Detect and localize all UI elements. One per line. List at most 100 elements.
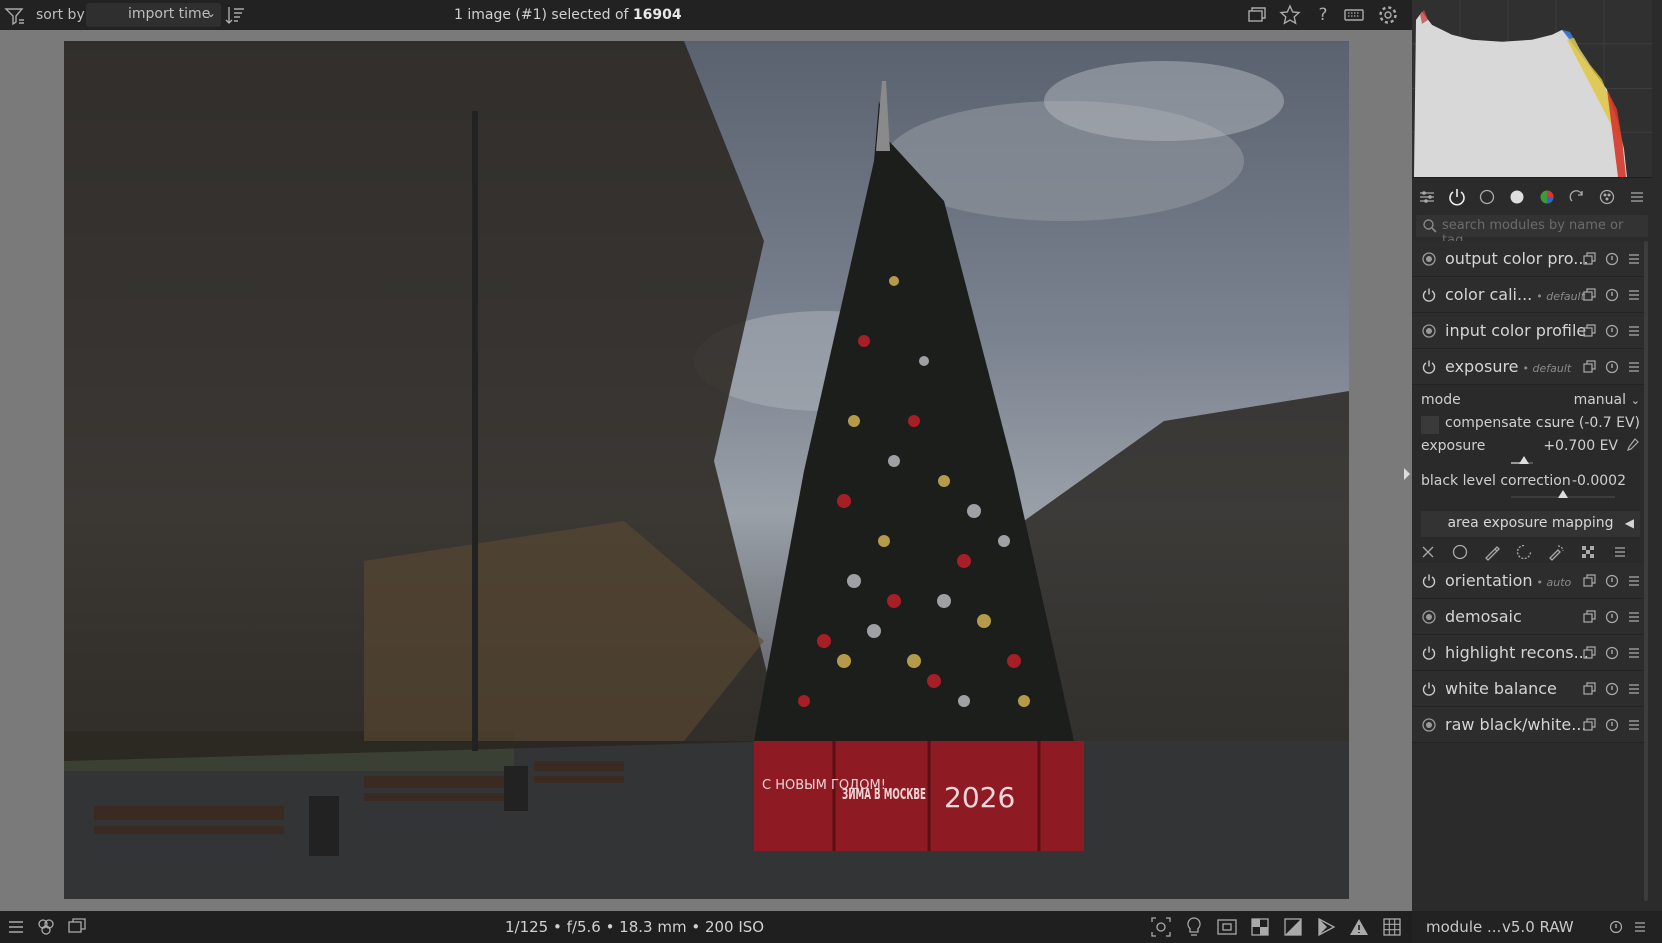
module-color-calibration[interactable]: color cali... • default (1412, 277, 1648, 313)
exposure-slider-thumb[interactable] (1518, 456, 1529, 464)
module-controls (1582, 609, 1642, 625)
photo-preview[interactable]: С НОВЫМ ГОДОМ! ЗИМА В МОСКВЕ 2026 (64, 41, 1349, 899)
second-window-icon[interactable] (66, 916, 88, 938)
power-icon[interactable] (1421, 573, 1437, 589)
module-exposure[interactable]: exposure • default (1412, 349, 1648, 385)
reset-icon[interactable] (1604, 681, 1620, 697)
power-icon[interactable] (1421, 681, 1437, 697)
module-name-text: orientation (1445, 571, 1533, 590)
module-demosaic[interactable]: demosaic (1412, 599, 1648, 635)
parametric-mask-icon[interactable] (1508, 539, 1540, 565)
multi-instance-icon[interactable] (1582, 287, 1598, 303)
reset-icon[interactable] (1608, 919, 1624, 935)
reset-icon[interactable] (1604, 251, 1620, 267)
module-order-version[interactable]: v5.0 RAW (1502, 918, 1574, 936)
color-picker-icon[interactable] (1624, 437, 1640, 457)
mode-dropdown[interactable]: mode manual ⌄ (1421, 392, 1640, 408)
effects-group-icon[interactable] (1592, 182, 1622, 212)
black-level-slider-thumb[interactable] (1558, 490, 1568, 498)
gear-icon[interactable] (1377, 4, 1399, 26)
reset-icon[interactable] (1604, 359, 1620, 375)
presets-icon[interactable] (1626, 717, 1642, 733)
mask-menu-icon[interactable] (1604, 539, 1636, 565)
drawn-mask-icon[interactable] (1444, 539, 1476, 565)
raster-mask-icon[interactable] (1572, 539, 1604, 565)
module-list-scrollbar[interactable] (1644, 241, 1648, 901)
base-group-icon[interactable] (1472, 182, 1502, 212)
module-name-text: input color profile (1445, 321, 1587, 340)
tone-group-icon[interactable] (1502, 182, 1532, 212)
correct-group-icon[interactable] (1562, 182, 1592, 212)
sort-by-label: sort by (36, 7, 85, 23)
active-modules-icon[interactable] (1442, 182, 1472, 212)
exposure-slider[interactable]: exposure +0.700 EV (1421, 438, 1640, 464)
multi-instance-icon[interactable] (1582, 359, 1598, 375)
presets-icon[interactable] (1626, 573, 1642, 589)
module-search-input[interactable]: search modules by name or tag (1416, 215, 1648, 248)
grouping-icon[interactable] (1246, 4, 1268, 26)
gamut-check-icon[interactable] (1315, 916, 1337, 938)
histogram[interactable] (1412, 0, 1652, 178)
presets-icon[interactable] (1626, 359, 1642, 375)
module-raw-black-white-point[interactable]: raw black/white... (1412, 707, 1648, 743)
filter-icon[interactable] (4, 5, 26, 27)
help-icon[interactable]: ? (1312, 4, 1334, 26)
multi-instance-icon[interactable] (1582, 573, 1598, 589)
module-white-balance[interactable]: white balance (1412, 671, 1648, 707)
module-orientation[interactable]: orientation • auto (1412, 563, 1648, 599)
presets-icon[interactable] (1626, 323, 1642, 339)
raw-overexposed-icon[interactable] (1216, 916, 1238, 938)
multi-instance-icon[interactable] (1582, 681, 1598, 697)
presets-icon[interactable] (1626, 287, 1642, 303)
presets-menu-icon[interactable] (1622, 182, 1652, 212)
presets-icon[interactable] (1626, 251, 1642, 267)
compensate-checkbox-row[interactable]: compensate c... sure (-0.7 EV) (1421, 415, 1640, 434)
keyboard-icon[interactable] (1343, 4, 1365, 26)
sort-field-dropdown[interactable]: import time ⌄ (86, 3, 221, 27)
reset-icon[interactable] (1604, 717, 1620, 733)
warning-icon[interactable] (1348, 916, 1370, 938)
multi-instance-icon[interactable] (1582, 645, 1598, 661)
banner-text-3: 2026 (944, 781, 1015, 814)
module-output-color-profile[interactable]: output color pro... (1412, 241, 1648, 277)
reset-icon[interactable] (1604, 573, 1620, 589)
drawn-parametric-mask-icon[interactable] (1540, 539, 1572, 565)
reset-icon[interactable] (1604, 645, 1620, 661)
reset-icon[interactable] (1604, 609, 1620, 625)
top-toolbar: sort by import time ⌄ 1 image (#1) selec… (0, 0, 1412, 30)
clipping-icon[interactable] (1249, 916, 1271, 938)
reset-icon[interactable] (1604, 287, 1620, 303)
presets-icon[interactable] (1626, 609, 1642, 625)
color-group-icon[interactable] (1532, 182, 1562, 212)
presets-icon[interactable] (1632, 919, 1648, 935)
softproof-icon[interactable] (1282, 916, 1304, 938)
power-icon[interactable] (1421, 645, 1437, 661)
module-input-color-profile[interactable]: input color profile (1412, 313, 1648, 349)
collapse-right-panel-icon[interactable] (1402, 462, 1412, 486)
color-assessment-icon[interactable] (1183, 916, 1205, 938)
module-highlight-reconstruction[interactable]: highlight recons... (1412, 635, 1648, 671)
focus-peaking-icon[interactable] (1150, 916, 1172, 938)
area-exposure-mapping-section[interactable]: area exposure mapping ◀ (1421, 511, 1640, 537)
presets-icon[interactable] (1626, 681, 1642, 697)
multi-instance-icon[interactable] (1582, 251, 1598, 267)
sort-order-icon[interactable] (224, 4, 246, 26)
hamburger-icon[interactable] (5, 916, 27, 938)
star-icon[interactable] (1279, 4, 1301, 26)
power-icon[interactable] (1421, 287, 1437, 303)
multi-instance-icon[interactable] (1582, 609, 1598, 625)
mask-off-icon[interactable] (1412, 539, 1444, 565)
presets-icon[interactable] (1626, 645, 1642, 661)
reset-icon[interactable] (1604, 323, 1620, 339)
brush-mask-icon[interactable] (1476, 539, 1508, 565)
quick-access-icon[interactable] (1412, 182, 1442, 212)
compensate-checkbox[interactable] (1421, 416, 1439, 434)
module-controls (1582, 251, 1642, 267)
multi-instance-icon[interactable] (1582, 323, 1598, 339)
power-icon[interactable] (1421, 359, 1437, 375)
styles-icon[interactable] (35, 916, 57, 938)
black-level-slider[interactable]: black level correction -0.0002 (1421, 473, 1640, 499)
guides-icon[interactable] (1381, 916, 1403, 938)
right-panel: search modules by name or tag output col… (1412, 0, 1662, 943)
multi-instance-icon[interactable] (1582, 717, 1598, 733)
